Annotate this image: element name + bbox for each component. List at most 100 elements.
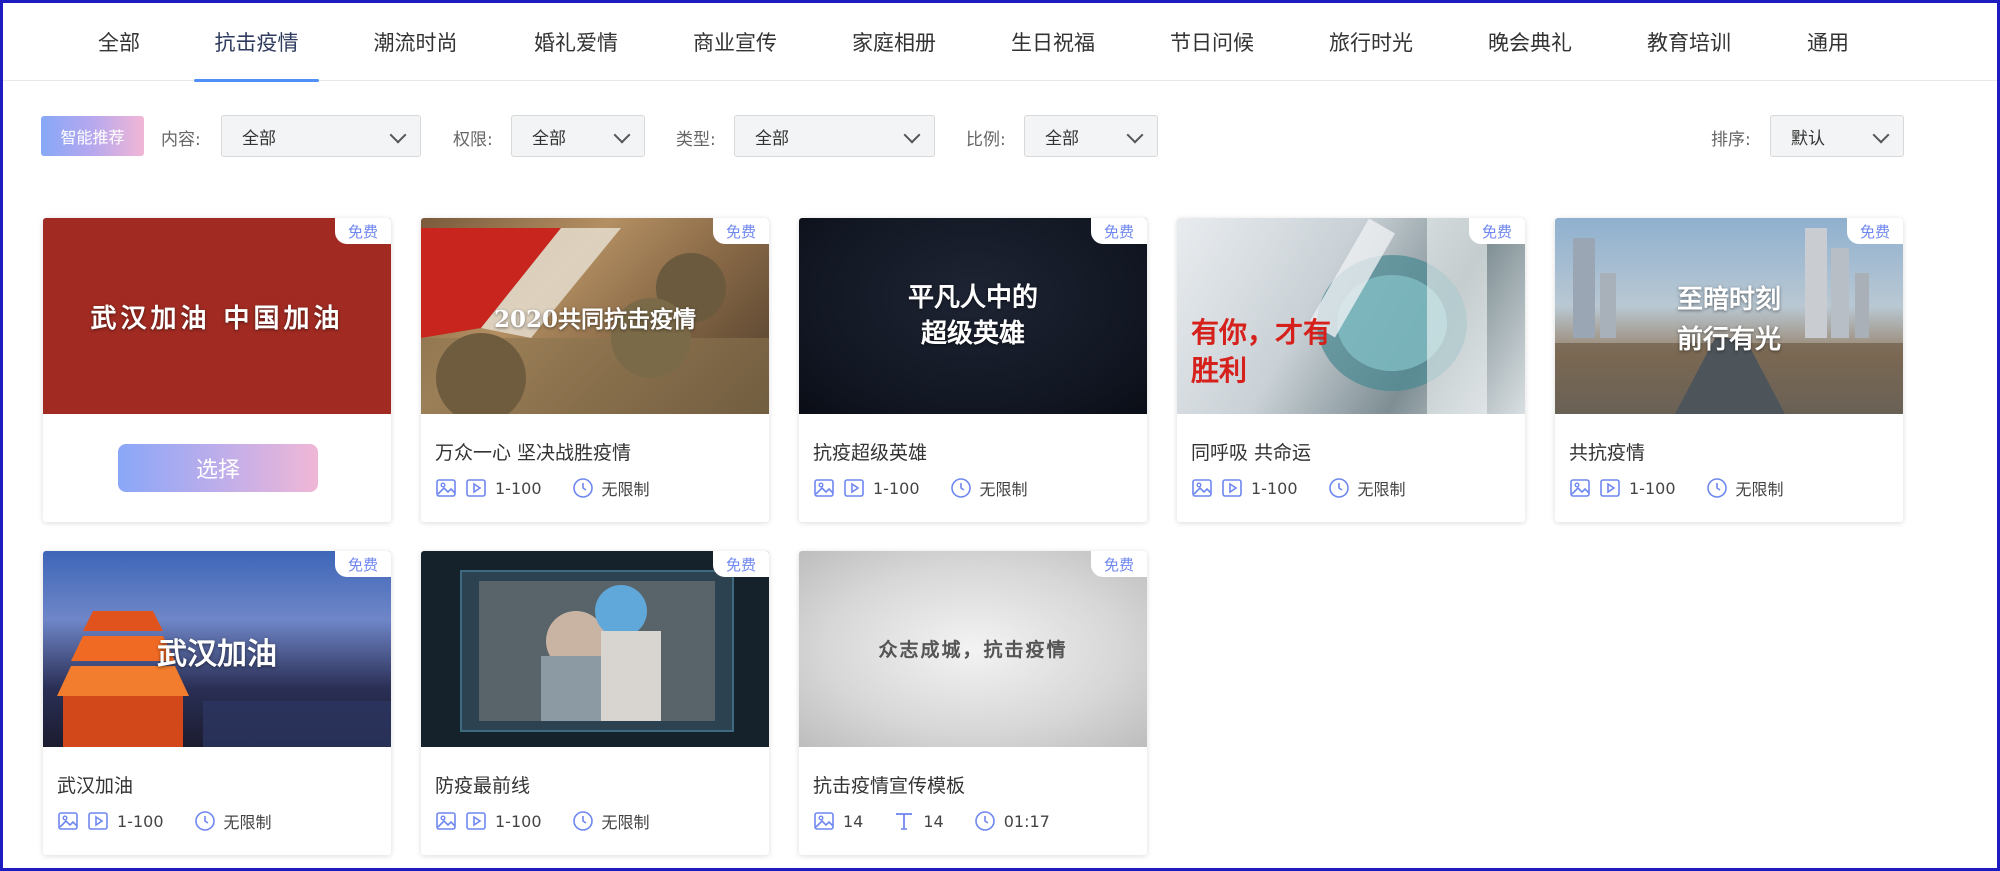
media-range: 1-100: [495, 811, 542, 831]
select-button[interactable]: 选择: [118, 444, 318, 492]
template-meta: 1-100 无限制: [1191, 476, 1406, 500]
template-meta: 1-100 无限制: [435, 476, 650, 500]
template-card[interactable]: 平凡人中的 超级英雄 免费 抗疫超级英雄 1-100 无限制: [799, 218, 1147, 522]
thumbnail-text: 武汉加油: [157, 637, 277, 672]
free-badge: 免费: [1847, 218, 1903, 244]
template-thumbnail[interactable]: 众志成城，抗击疫情: [799, 551, 1147, 747]
video-icon: [88, 812, 108, 830]
free-badge: 免费: [335, 218, 391, 244]
duration: 无限制: [601, 480, 650, 499]
text-icon: [896, 813, 913, 830]
template-thumbnail[interactable]: 2020共同抗击疫情: [421, 218, 769, 414]
tab-holiday[interactable]: 节日问候: [1157, 3, 1267, 81]
image-icon: [814, 812, 834, 830]
thumbnail-text: 至暗时刻 前行有光: [1676, 285, 1781, 355]
image-icon: [58, 812, 78, 830]
duration: 01:17: [1003, 811, 1050, 831]
tab-fight-epidemic[interactable]: 抗击疫情: [194, 3, 319, 82]
template-card[interactable]: 2020共同抗击疫情 免费 万众一心 坚决战胜疫情 1-100 无限制: [421, 218, 769, 522]
type-label: 类型:: [676, 130, 716, 150]
sort-select[interactable]: 默认: [1770, 115, 1904, 157]
free-badge: 免费: [335, 551, 391, 577]
video-icon: [1600, 479, 1620, 497]
permission-select[interactable]: 全部: [511, 115, 645, 157]
free-badge: 免费: [1091, 218, 1147, 244]
category-nav: 全部 抗击疫情 潮流时尚 婚礼爱情 商业宣传 家庭相册 生日祝福 节日问候 旅行…: [3, 3, 1997, 82]
template-meta: 1-100 无限制: [57, 809, 272, 833]
template-thumbnail[interactable]: 平凡人中的 超级英雄: [799, 218, 1147, 414]
tab-business[interactable]: 商业宣传: [680, 3, 790, 81]
clock-icon: [974, 811, 995, 831]
template-meta: 14 14 01:17: [813, 809, 1050, 833]
image-count: 14: [843, 811, 864, 831]
filter-bar: 智能推荐 内容: 全部 权限: 全部 类型: 全部 比例: 全部 排序: 默认: [3, 113, 1997, 159]
image-icon: [436, 812, 456, 830]
type-select[interactable]: 全部: [734, 115, 935, 157]
tab-education[interactable]: 教育培训: [1634, 3, 1744, 81]
content-label: 内容:: [161, 130, 201, 150]
clock-icon: [1328, 478, 1349, 498]
template-title: 防疫最前线: [435, 775, 531, 797]
thumbnail-text: 有你，才有胜利: [1191, 316, 1332, 387]
tab-general[interactable]: 通用: [1803, 3, 1853, 81]
template-thumbnail[interactable]: 武汉加油: [43, 551, 391, 747]
text-count: 14: [923, 811, 944, 831]
chevron-down-icon: [1872, 126, 1890, 144]
template-meta: 1-100 无限制: [1569, 476, 1784, 500]
media-range: 1-100: [117, 811, 164, 831]
video-icon: [466, 479, 486, 497]
video-icon: [466, 812, 486, 830]
template-card[interactable]: 众志成城，抗击疫情 免费 抗击疫情宣传模板 14 14 01:17: [799, 551, 1147, 855]
chevron-down-icon: [903, 126, 921, 144]
free-badge: 免费: [1091, 551, 1147, 577]
car-window-photo-graphic: [460, 570, 734, 732]
template-title: 武汉加油: [57, 775, 134, 797]
template-card[interactable]: 至暗时刻 前行有光 免费 共抗疫情 1-100 无限制: [1555, 218, 1903, 522]
ratio-select[interactable]: 全部: [1024, 115, 1158, 157]
template-thumbnail[interactable]: 至暗时刻 前行有光: [1555, 218, 1903, 414]
thumbnail-text: 2020共同抗击疫情: [493, 306, 696, 333]
template-meta: 1-100 无限制: [435, 809, 650, 833]
tab-birthday[interactable]: 生日祝福: [998, 3, 1108, 81]
template-card[interactable]: 有你，才有胜利 免费 同呼吸 共命运 1-100 无限制: [1177, 218, 1525, 522]
free-badge: 免费: [713, 551, 769, 577]
clock-icon: [194, 811, 215, 831]
template-card[interactable]: 免费 防疫最前线 1-100 无限制: [421, 551, 769, 855]
chevron-down-icon: [1126, 126, 1144, 144]
tab-fashion[interactable]: 潮流时尚: [363, 3, 468, 81]
template-meta: 1-100 无限制: [813, 476, 1028, 500]
duration: 无限制: [601, 813, 650, 832]
media-range: 1-100: [1629, 478, 1676, 498]
image-icon: [1192, 479, 1212, 497]
permission-label: 权限:: [453, 130, 493, 150]
template-thumbnail[interactable]: [421, 551, 769, 747]
template-thumbnail[interactable]: 有你，才有胜利: [1177, 218, 1525, 414]
sort-select-value: 默认: [1791, 128, 1825, 149]
clock-icon: [1706, 478, 1727, 498]
clock-icon: [572, 811, 593, 831]
free-badge: 免费: [1469, 218, 1525, 244]
clock-icon: [572, 478, 593, 498]
tab-all[interactable]: 全部: [75, 3, 163, 81]
template-title: 共抗疫情: [1569, 442, 1646, 464]
video-icon: [1222, 479, 1242, 497]
media-range: 1-100: [873, 478, 920, 498]
template-card[interactable]: 武汉加油 免费 武汉加油 1-100 无限制: [43, 551, 391, 855]
duration: 无限制: [223, 813, 272, 832]
tab-ceremony[interactable]: 晚会典礼: [1475, 3, 1585, 81]
template-title: 同呼吸 共命运: [1191, 442, 1312, 464]
template-card[interactable]: 武汉加油 中国加油 免费 选择: [43, 218, 391, 522]
template-thumbnail[interactable]: 武汉加油 中国加油: [43, 218, 391, 414]
image-icon: [1570, 479, 1590, 497]
type-select-value: 全部: [755, 128, 789, 149]
free-badge: 免费: [713, 218, 769, 244]
tab-wedding[interactable]: 婚礼爱情: [521, 3, 631, 81]
thumbnail-text: 众志成城，抗击疫情: [878, 639, 1068, 661]
tab-travel[interactable]: 旅行时光: [1316, 3, 1426, 81]
smart-recommend-button[interactable]: 智能推荐: [41, 116, 144, 156]
media-range: 1-100: [495, 478, 542, 498]
content-select[interactable]: 全部: [221, 115, 421, 157]
tab-family-album[interactable]: 家庭相册: [839, 3, 949, 81]
thumbnail-text: 武汉加油 中国加油: [90, 304, 344, 334]
sort-label: 排序:: [1711, 130, 1751, 150]
